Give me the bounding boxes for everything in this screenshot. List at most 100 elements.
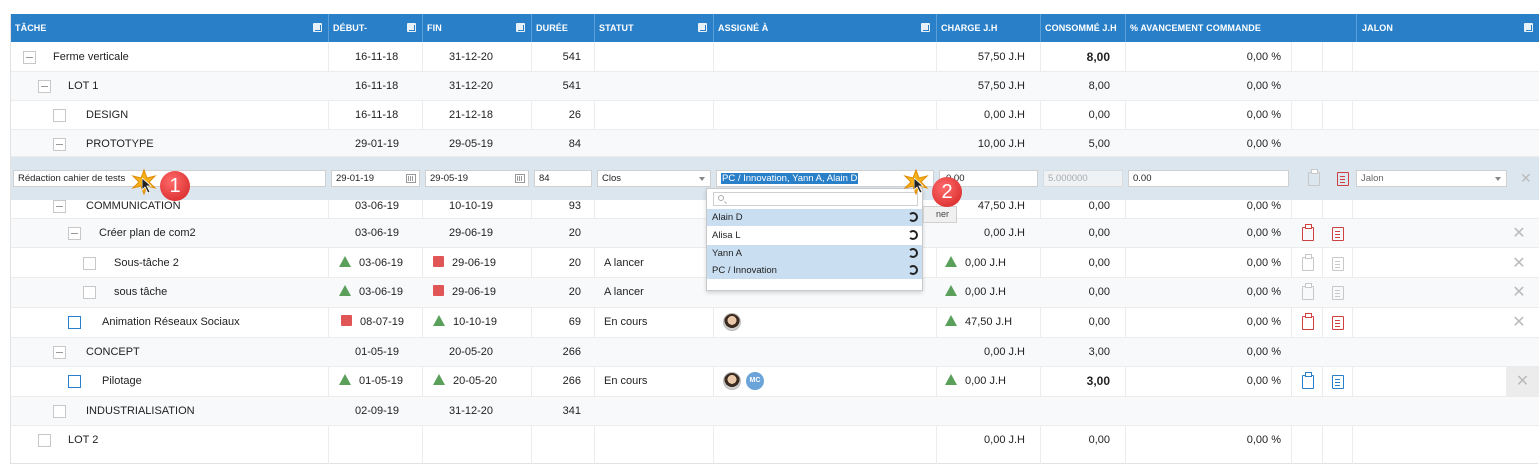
delete-icon[interactable]: ✕ xyxy=(1511,278,1527,307)
on-track-icon xyxy=(339,256,351,267)
clipboard-icon[interactable] xyxy=(1302,372,1314,389)
assignee-option[interactable]: Alain D xyxy=(707,209,922,226)
status-select[interactable]: Clos xyxy=(597,170,711,187)
col-header-status-label: STATUT xyxy=(599,23,634,33)
delete-icon[interactable]: ✕ xyxy=(1511,219,1527,248)
consumed: 5,00 xyxy=(1088,138,1110,150)
table-row[interactable]: CONCEPT 01-05-19 20-05-20 266 0,00 J.H 3… xyxy=(11,338,1539,367)
progress: 0,00 % xyxy=(1246,286,1281,298)
task-checkbox[interactable] xyxy=(68,316,81,329)
col-header-charge[interactable]: CHARGE J.H xyxy=(937,14,1041,42)
document-icon[interactable] xyxy=(1332,286,1344,300)
progress-input[interactable]: 0.00 xyxy=(1128,170,1289,187)
clipboard-icon[interactable] xyxy=(1302,313,1314,330)
task-name: DESIGN xyxy=(86,109,129,121)
assignee-option[interactable]: Yann A xyxy=(707,245,922,262)
col-header-task[interactable]: TÂCHE xyxy=(11,14,329,42)
duration-input[interactable]: 84 xyxy=(534,170,592,187)
col-header-assigned[interactable]: ASSIGNÉ À xyxy=(714,14,937,42)
col-header-progress[interactable]: % AVANCEMENT COMMANDE xyxy=(1126,14,1356,42)
collapse-icon[interactable] xyxy=(53,346,66,359)
assignee-option[interactable]: PC / Innovation xyxy=(707,262,922,279)
col-header-milestone-label: JALON xyxy=(1362,23,1394,33)
col-header-milestone[interactable]: JALON xyxy=(1356,14,1539,42)
document-icon[interactable] xyxy=(1332,257,1344,271)
table-row[interactable]: Animation Réseaux Sociaux 08-07-19 10-10… xyxy=(11,308,1539,338)
collapse-icon[interactable] xyxy=(23,51,36,64)
task-name: LOT 1 xyxy=(68,80,99,92)
column-menu-icon[interactable] xyxy=(921,23,930,32)
column-menu-icon[interactable] xyxy=(1524,23,1533,32)
table-row[interactable]: Pilotage 01-05-19 20-05-20 266 En cours … xyxy=(11,367,1539,397)
col-header-end[interactable]: FIN xyxy=(423,14,532,42)
table-row[interactable]: LOT 1 16-11-18 31-12-20 541 57,50 J.H 8,… xyxy=(11,72,1539,101)
start-date-input[interactable]: 29-01-19 xyxy=(331,170,420,187)
clipboard-icon[interactable] xyxy=(1302,254,1314,271)
task-name: Pilotage xyxy=(102,375,142,387)
column-menu-icon[interactable] xyxy=(698,23,707,32)
status: A lancer xyxy=(604,286,644,298)
column-menu-icon[interactable] xyxy=(407,23,416,32)
hidden-button-fragment[interactable]: ner xyxy=(923,206,957,223)
table-row[interactable]: DESIGN 16-11-18 21-12-18 26 0,00 J.H 0,0… xyxy=(11,101,1539,130)
consumed: 0,00 xyxy=(1088,434,1110,446)
clipboard-icon[interactable] xyxy=(1302,283,1314,300)
collapse-icon[interactable] xyxy=(53,138,66,151)
table-row[interactable]: INDUSTRIALISATION 02-09-19 31-12-20 341 xyxy=(11,397,1539,426)
search-icon xyxy=(718,195,724,201)
collapse-icon[interactable] xyxy=(68,227,81,240)
assignee-option-label: Yann A xyxy=(712,248,742,259)
avatar[interactable] xyxy=(723,372,741,390)
delete-icon[interactable]: ✕ xyxy=(1506,367,1539,396)
task-name: Sous-tâche 2 xyxy=(114,257,179,269)
clipboard-icon[interactable] xyxy=(1308,169,1320,186)
table-row[interactable]: LOT 2 0,00 J.H 0,00 0,00 % xyxy=(11,426,1539,456)
delete-icon[interactable]: ✕ xyxy=(1511,308,1527,337)
close-icon[interactable]: ✕ xyxy=(1520,170,1532,187)
start-date: 16-11-18 xyxy=(355,109,399,121)
on-track-icon xyxy=(945,256,957,267)
document-icon[interactable] xyxy=(1332,375,1344,389)
calendar-icon[interactable] xyxy=(406,174,416,183)
col-header-status[interactable]: STATUT xyxy=(595,14,714,42)
sync-icon xyxy=(908,265,918,275)
end-date-input[interactable]: 29-05-19 xyxy=(425,170,529,187)
assignee-option[interactable]: Alisa L xyxy=(707,227,922,244)
avatar[interactable] xyxy=(723,313,741,331)
dropdown-search-input[interactable] xyxy=(713,192,918,206)
calendar-icon[interactable] xyxy=(515,174,525,183)
table-row[interactable]: PROTOTYPE 29-01-19 29-05-19 84 10,00 J.H… xyxy=(11,130,1539,157)
document-icon[interactable] xyxy=(1337,172,1349,186)
avatar-initials[interactable]: MC xyxy=(746,372,764,390)
chevron-down-icon xyxy=(1495,177,1501,181)
collapse-icon[interactable] xyxy=(38,80,51,93)
start-date: 29-01-19 xyxy=(355,138,400,150)
col-header-start[interactable]: DÉBUT- xyxy=(329,14,423,42)
charge: 0,00 J.H xyxy=(984,227,1025,239)
on-track-icon xyxy=(433,374,445,385)
table-row[interactable]: Ferme verticale 16-11-18 31-12-20 541 57… xyxy=(11,43,1539,72)
consumed: 0,00 xyxy=(1088,286,1110,298)
col-header-consumed[interactable]: CONSOMMÉ J.H xyxy=(1041,14,1126,42)
collapse-icon[interactable] xyxy=(38,434,51,447)
collapse-icon[interactable] xyxy=(53,200,66,213)
start-date: 03-06-19 xyxy=(355,227,400,239)
delete-icon[interactable]: ✕ xyxy=(1511,249,1527,278)
task-checkbox[interactable] xyxy=(83,257,96,270)
collapse-icon[interactable] xyxy=(53,405,66,418)
collapse-icon[interactable] xyxy=(53,109,66,122)
document-icon[interactable] xyxy=(1332,316,1344,330)
column-menu-icon[interactable] xyxy=(313,23,322,32)
start-date: 03-06-19 xyxy=(355,200,400,212)
progress: 0,00 % xyxy=(1246,200,1281,212)
assigned-value: PC / Innovation, Yann A, Alain D xyxy=(721,173,859,184)
task-checkbox[interactable] xyxy=(83,286,96,299)
clipboard-icon[interactable] xyxy=(1302,224,1314,241)
col-header-duration[interactable]: DURÉE xyxy=(532,14,595,42)
task-checkbox[interactable] xyxy=(68,375,81,388)
fragment-label: ner xyxy=(936,209,950,219)
consumed: 3,00 xyxy=(1086,374,1110,388)
document-icon[interactable] xyxy=(1332,227,1344,241)
column-menu-icon[interactable] xyxy=(516,23,525,32)
milestone-select[interactable]: Jalon xyxy=(1356,170,1507,187)
